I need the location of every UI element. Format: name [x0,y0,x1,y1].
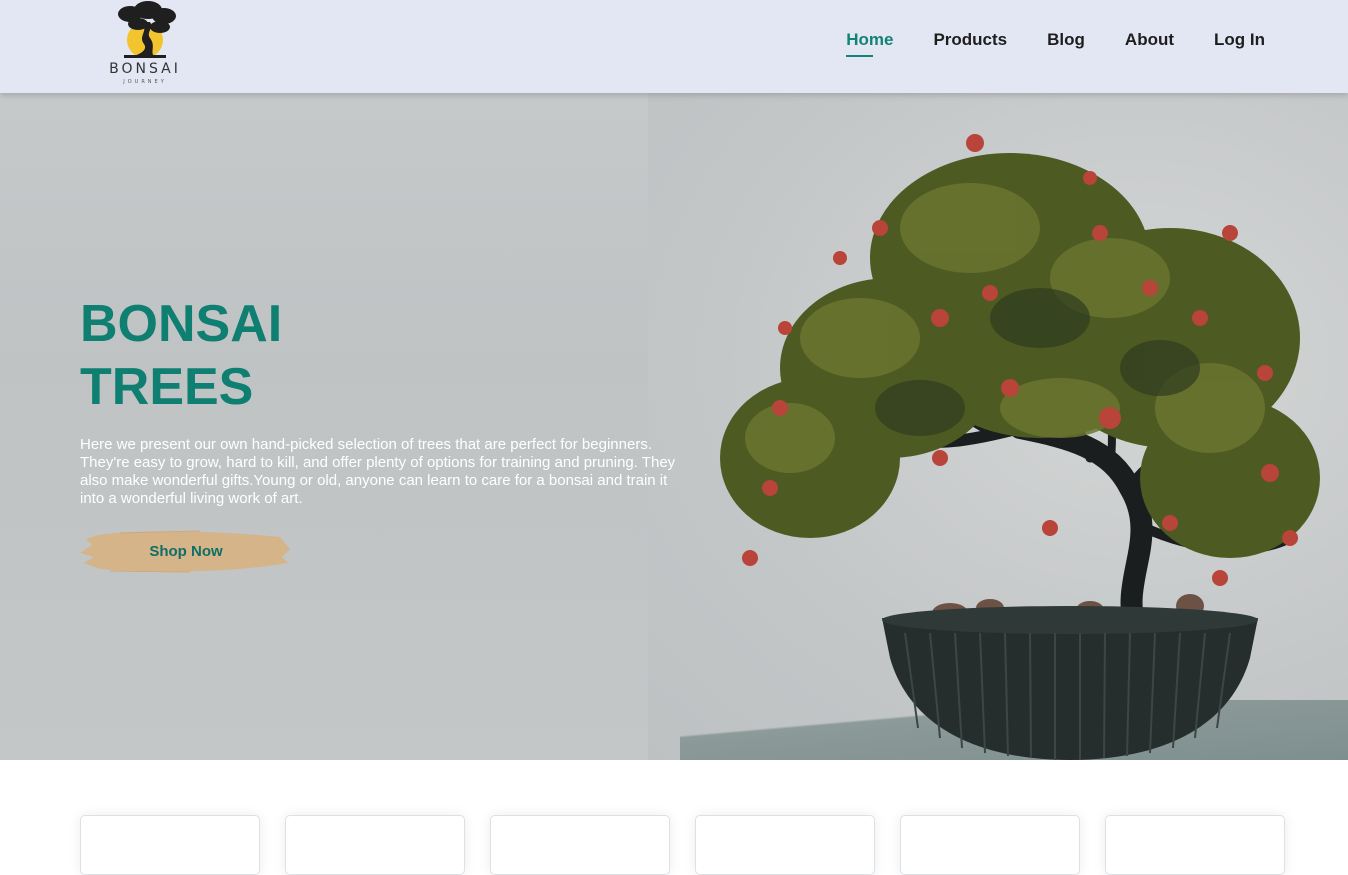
logo[interactable]: BONSAI JOURNEY [104,0,186,90]
main-nav: Home Products Blog About Log In [846,30,1265,57]
bonsai-tree-photo [720,134,1320,760]
category-card[interactable] [80,815,260,875]
category-card[interactable] [900,815,1080,875]
logo-wordmark: BONSAI [109,61,181,77]
hero-section: BONSAI TREES Here we present our own han… [0,93,1348,760]
hero-description: Here we present our own hand-picked sele… [80,436,676,507]
category-cards [80,815,1285,875]
bonsai-logo-icon [118,1,176,58]
nav-blog[interactable]: Blog [1047,30,1085,54]
hero-title: BONSAI TREES [80,293,500,419]
logo-subtitle: JOURNEY [123,79,167,85]
hero-title-line2: TREES [80,358,254,416]
category-card[interactable] [1105,815,1285,875]
shop-now-label: Shop Now [149,542,223,560]
nav-home[interactable]: Home [846,30,893,57]
category-card[interactable] [285,815,465,875]
hero-title-line1: BONSAI [80,295,283,353]
shop-now-button[interactable]: Shop Now [80,527,292,575]
navbar: BONSAI JOURNEY Home Products Blog About … [0,0,1348,93]
nav-login[interactable]: Log In [1214,30,1265,54]
category-card[interactable] [695,815,875,875]
category-card[interactable] [490,815,670,875]
nav-products[interactable]: Products [933,30,1007,54]
nav-about[interactable]: About [1125,30,1174,54]
